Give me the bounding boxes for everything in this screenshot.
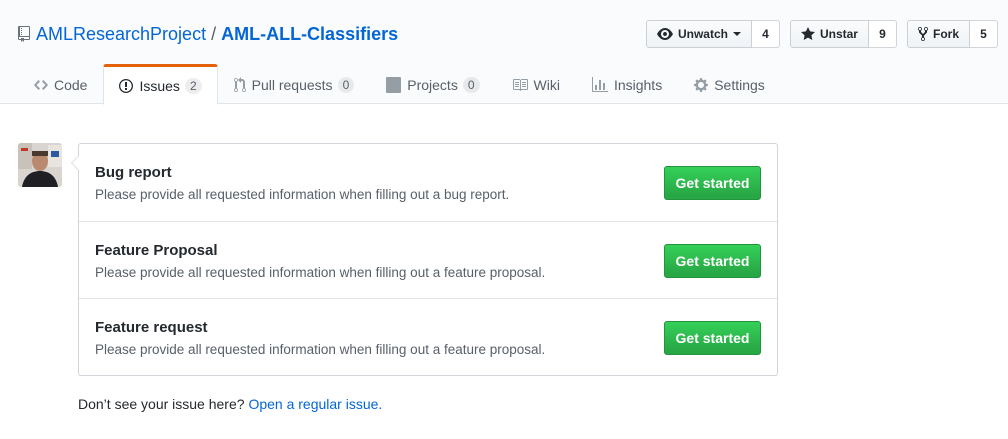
- get-started-button[interactable]: Get started: [664, 166, 761, 200]
- tab-wiki-label: Wiki: [533, 77, 560, 93]
- tab-issues[interactable]: Issues 2: [103, 64, 218, 105]
- watchers-count[interactable]: 4: [751, 20, 780, 48]
- unwatch-label: Unwatch: [677, 27, 728, 41]
- repo-actions: Unwatch 4 Unstar 9 Fork 5: [636, 20, 998, 48]
- fork-label: Fork: [932, 27, 959, 41]
- chevron-down-icon: [732, 32, 741, 36]
- project-icon: [386, 77, 402, 93]
- unstar-label: Unstar: [819, 27, 858, 41]
- tab-insights[interactable]: Insights: [576, 64, 678, 104]
- issue-icon: [119, 78, 134, 94]
- tab-code-label: Code: [54, 77, 88, 93]
- tab-settings[interactable]: Settings: [678, 64, 781, 104]
- template-title: Feature Proposal: [95, 242, 218, 259]
- pull-requests-counter: 0: [337, 77, 355, 93]
- tab-pull-requests[interactable]: Pull requests 0: [218, 64, 371, 104]
- path-separator: /: [211, 23, 217, 44]
- tab-settings-label: Settings: [714, 77, 765, 93]
- template-description: Please provide all requested information…: [95, 265, 546, 280]
- tab-code[interactable]: Code: [18, 64, 103, 104]
- open-regular-issue-link[interactable]: Open a regular issue.: [248, 396, 382, 412]
- template-title: Bug report: [95, 164, 172, 181]
- forks-count[interactable]: 5: [970, 20, 998, 48]
- get-started-button[interactable]: Get started: [664, 244, 761, 278]
- watch-group: Unwatch 4: [645, 20, 780, 48]
- tab-projects-label: Projects: [407, 77, 458, 93]
- book-icon: [512, 77, 528, 93]
- template-row-feature-request: Feature request Please provide all reque…: [79, 298, 777, 375]
- get-started-button[interactable]: Get started: [664, 321, 761, 355]
- unstar-button[interactable]: Unstar: [789, 20, 869, 48]
- repo-nav: Code Issues 2 Pull requests 0 Projects 0…: [18, 64, 781, 105]
- tab-wiki[interactable]: Wiki: [496, 64, 576, 104]
- repo-header: AMLResearchProject / AML-ALL-Classifiers…: [0, 0, 1008, 105]
- template-row-bug-report: Bug report Please provide all requested …: [79, 144, 777, 221]
- repo-name-link[interactable]: AML-ALL-Classifiers: [221, 24, 398, 45]
- graph-icon: [591, 77, 608, 93]
- unwatch-button[interactable]: Unwatch: [645, 20, 752, 48]
- tab-insights-label: Insights: [613, 77, 663, 93]
- tab-pull-requests-label: Pull requests: [251, 77, 333, 93]
- template-row-feature-proposal: Feature Proposal Please provide all requ…: [79, 221, 777, 298]
- eye-icon: [656, 28, 673, 40]
- avatar[interactable]: [18, 143, 62, 187]
- template-description: Please provide all requested information…: [95, 342, 546, 357]
- star-group: Unstar 9: [789, 20, 897, 48]
- stargazers-count[interactable]: 9: [868, 20, 897, 48]
- issues-counter: 2: [184, 77, 202, 94]
- repo-icon: [18, 26, 30, 42]
- star-icon: [800, 27, 815, 40]
- template-title: Feature request: [95, 319, 208, 336]
- regular-issue-text: Don’t see your issue here?: [78, 396, 245, 412]
- fork-group: Fork 5: [906, 20, 998, 48]
- fork-icon: [917, 26, 928, 42]
- code-icon: [34, 77, 48, 93]
- tab-projects[interactable]: Projects 0: [370, 64, 495, 104]
- tab-issues-label: Issues: [139, 77, 180, 94]
- repo-title: AMLResearchProject / AML-ALL-Classifiers: [18, 22, 398, 46]
- pull-request-icon: [233, 77, 246, 93]
- issue-templates-box: Bug report Please provide all requested …: [71, 143, 778, 376]
- repo-owner-link[interactable]: AMLResearchProject: [36, 24, 206, 45]
- projects-counter: 0: [462, 77, 480, 93]
- template-description: Please provide all requested information…: [95, 187, 510, 202]
- regular-issue-note: Don’t see your issue here? Open a regula…: [78, 396, 382, 412]
- fork-button[interactable]: Fork: [906, 20, 970, 48]
- gear-icon: [694, 77, 709, 93]
